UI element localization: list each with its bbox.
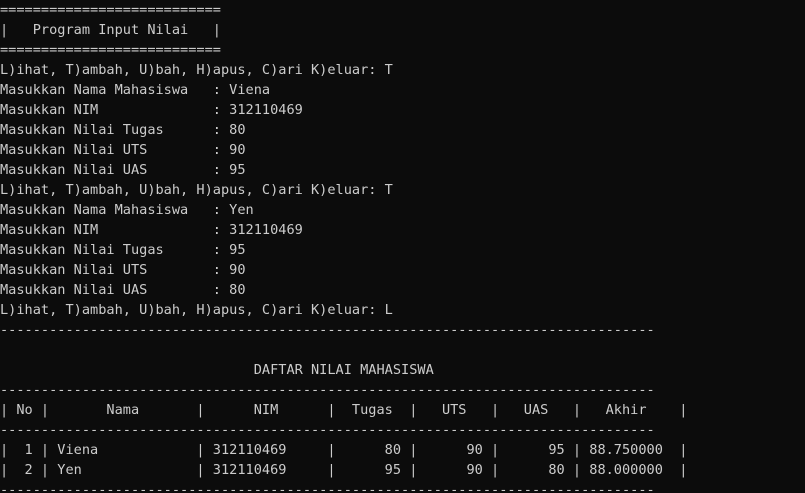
input-name-prompt: Masukkan Nama Mahasiswa : Viena (0, 82, 271, 98)
table-title: DAFTAR NILAI MAHASISWA (0, 362, 434, 378)
input-nim-prompt: Masukkan NIM : 312110469 (0, 222, 303, 238)
header-border-bottom: =========================== (0, 42, 221, 58)
table-divider: ----------------------------------------… (0, 482, 655, 493)
input-tugas-prompt: Masukkan Nilai Tugas : 80 (0, 122, 246, 138)
table-divider: ----------------------------------------… (0, 382, 655, 398)
terminal-window[interactable]: =========================== | Program Inp… (0, 0, 805, 493)
program-title: | Program Input Nilai | (0, 22, 221, 38)
input-uas-prompt: Masukkan Nilai UAS : 95 (0, 162, 246, 178)
table-divider: ----------------------------------------… (0, 422, 655, 438)
table-row: | 1 | Viena | 312110469 | 80 | 90 | 95 |… (0, 442, 688, 458)
menu-prompt: L)ihat, T)ambah, U)bah, H)apus, C)ari K)… (0, 62, 393, 78)
input-tugas-prompt: Masukkan Nilai Tugas : 95 (0, 242, 246, 258)
menu-prompt: L)ihat, T)ambah, U)bah, H)apus, C)ari K)… (0, 302, 393, 318)
input-uts-prompt: Masukkan Nilai UTS : 90 (0, 142, 246, 158)
input-uas-prompt: Masukkan Nilai UAS : 80 (0, 282, 246, 298)
input-uts-prompt: Masukkan Nilai UTS : 90 (0, 262, 246, 278)
input-nim-prompt: Masukkan NIM : 312110469 (0, 102, 303, 118)
console-output: =========================== | Program Inp… (0, 0, 687, 493)
input-name-prompt: Masukkan Nama Mahasiswa : Yen (0, 202, 254, 218)
header-border-top: =========================== (0, 2, 221, 18)
table-row: | 2 | Yen | 312110469 | 95 | 90 | 80 | 8… (0, 462, 688, 478)
table-divider: ----------------------------------------… (0, 322, 655, 338)
menu-prompt: L)ihat, T)ambah, U)bah, H)apus, C)ari K)… (0, 182, 393, 198)
table-header-row: | No | Nama | NIM | Tugas | UTS | UAS | … (0, 402, 688, 418)
